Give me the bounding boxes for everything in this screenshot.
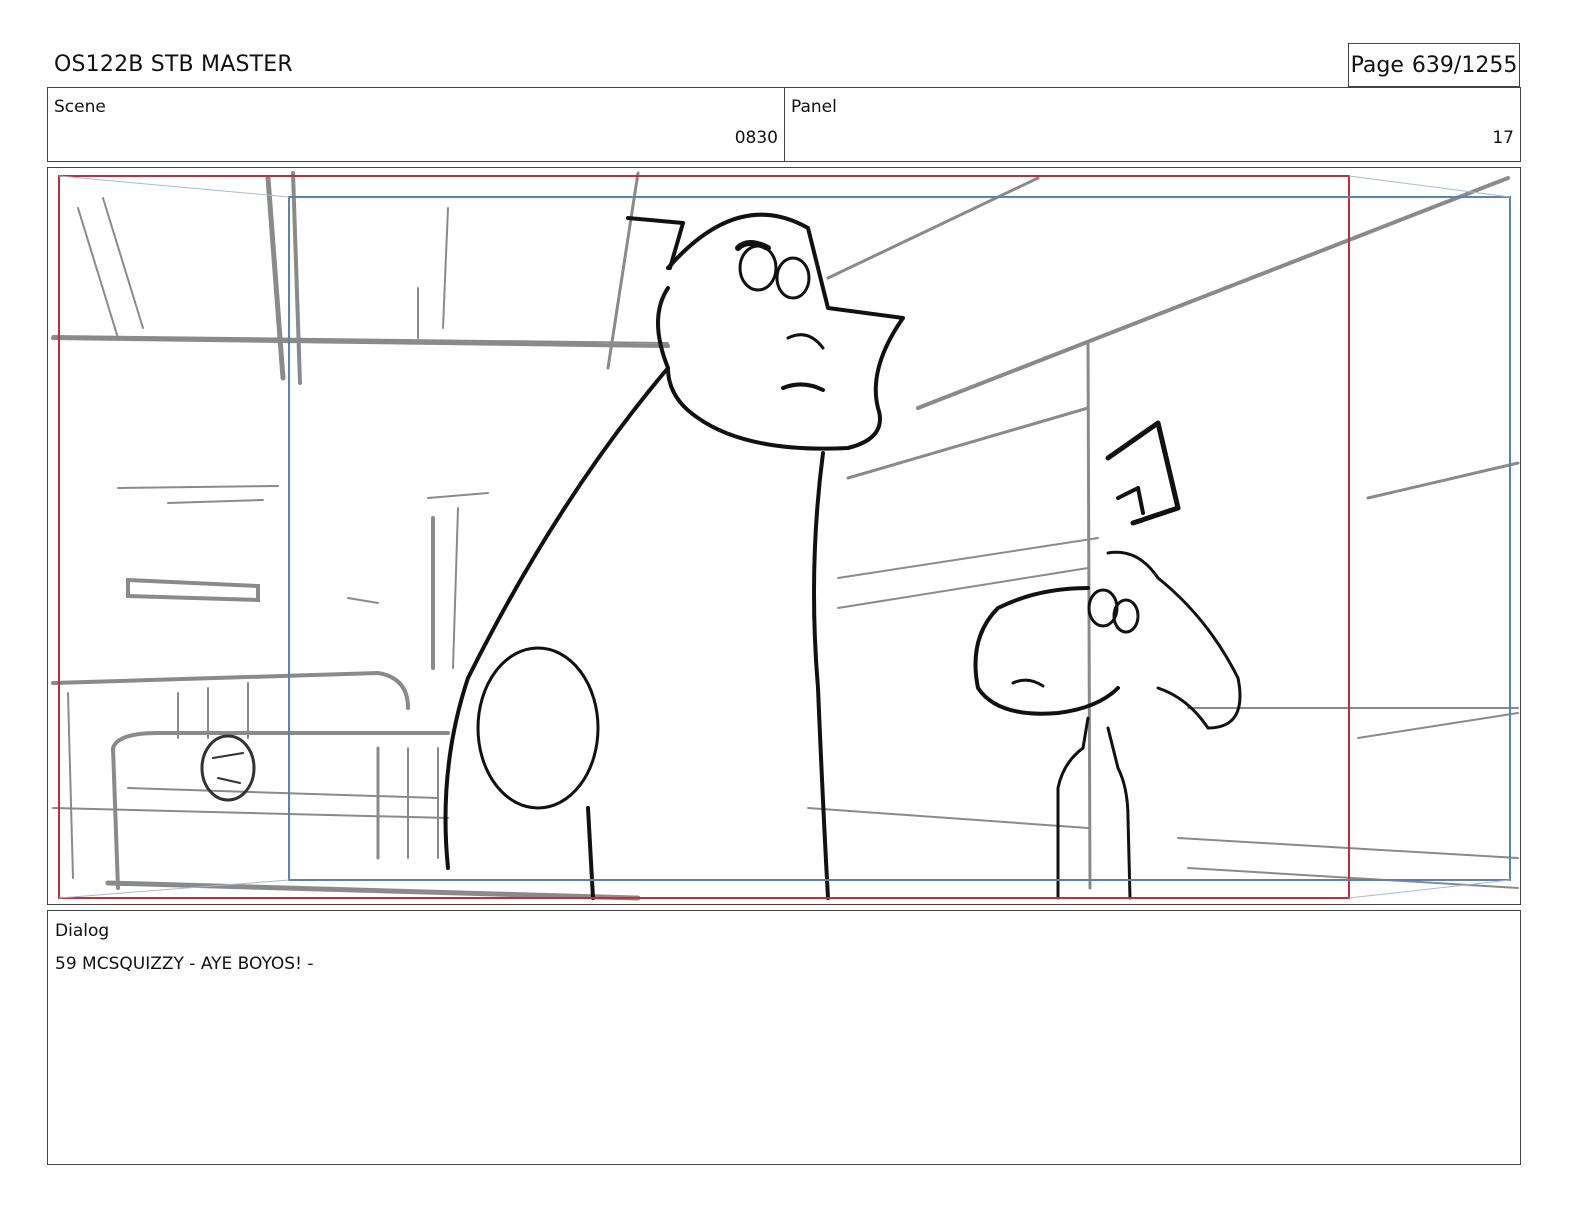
dialog-text: 59 MCSQUIZZY - AYE BOYOS! - xyxy=(55,954,314,974)
scene-number: 0830 xyxy=(734,128,778,148)
dialog-box: Dialog 59 MCSQUIZZY - AYE BOYOS! - xyxy=(47,910,1521,1165)
storyboard-sketch xyxy=(51,171,1520,901)
page-number: 639/1255 xyxy=(1411,52,1518,78)
large-character-sketch xyxy=(443,212,905,900)
dialog-label: Dialog xyxy=(55,921,110,941)
background-sketch xyxy=(51,171,1520,901)
camera-frame-guide xyxy=(288,196,1511,881)
page-indicator: Page 639/1255 xyxy=(1348,43,1520,87)
scene-label: Scene xyxy=(54,97,106,117)
small-character-sketch xyxy=(973,420,1242,900)
panel-box: Panel 17 xyxy=(784,87,1521,162)
safe-frame-guide xyxy=(58,175,1350,899)
page-label: Page xyxy=(1350,52,1404,78)
document-title: OS122B STB MASTER xyxy=(54,52,293,77)
panel-number: 17 xyxy=(1492,128,1514,148)
scene-box: Scene 0830 xyxy=(47,87,785,162)
storyboard-panel-image xyxy=(47,167,1521,905)
panel-label: Panel xyxy=(791,97,837,117)
